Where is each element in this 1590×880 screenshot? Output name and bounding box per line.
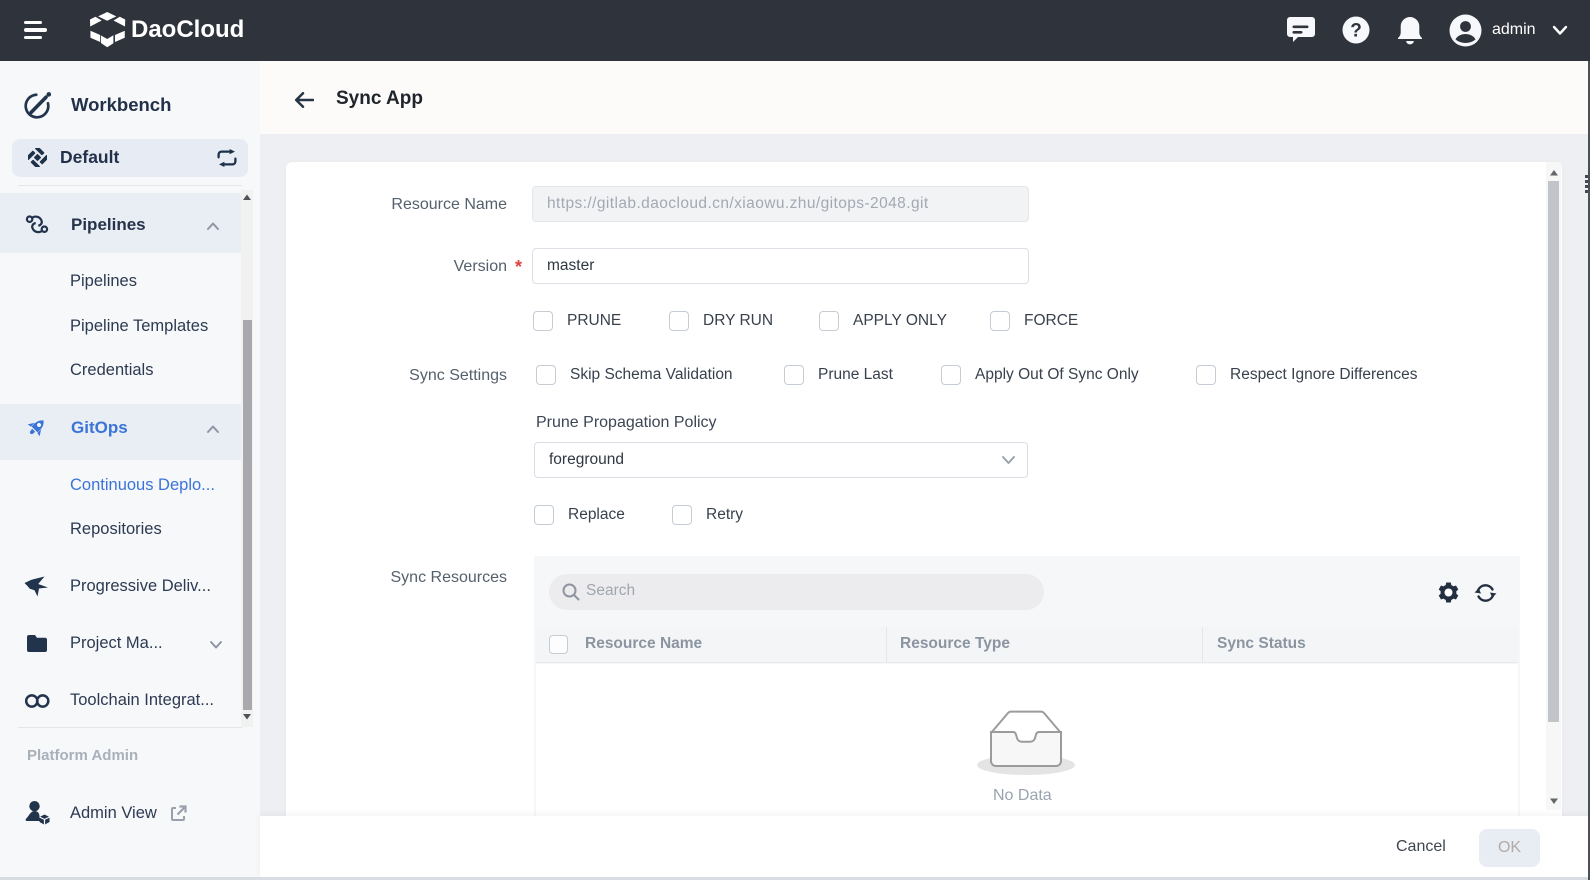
svg-text:?: ? [1350,21,1362,42]
